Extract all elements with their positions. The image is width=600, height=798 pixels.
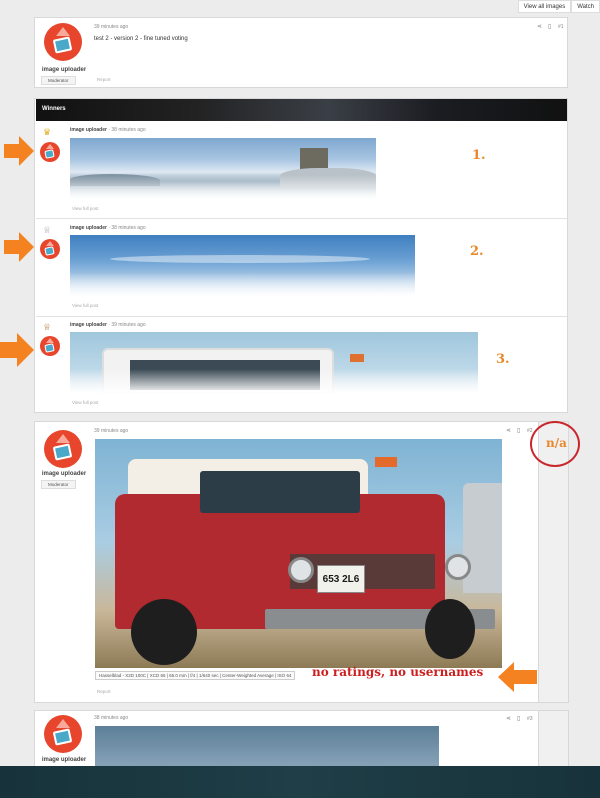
annotation-arrow-left	[498, 662, 538, 692]
exif-info: Hasselblad - X2D 100C | XCD 65 | 65.0 mm…	[95, 671, 296, 680]
divider	[36, 316, 567, 317]
post-author[interactable]: image uploader	[29, 471, 99, 477]
annotation-arrow	[4, 232, 34, 262]
winner-2-image[interactable]	[70, 235, 415, 297]
report-link[interactable]: Report	[97, 689, 111, 694]
silver-crown-icon: ♕	[43, 225, 52, 235]
watch-button[interactable]: Watch	[571, 0, 600, 13]
winner-1-image[interactable]	[70, 138, 376, 200]
winner-1-meta: image uploader · 38 minutes ago	[70, 127, 146, 133]
avatar[interactable]	[40, 142, 60, 162]
post-author[interactable]: image uploader	[29, 67, 99, 73]
winner-time[interactable]: 39 minutes ago	[111, 322, 145, 328]
post-text: test 2 - version 2 - fine tuned voting	[94, 36, 188, 42]
bookmark-icon[interactable]: ▯	[517, 427, 520, 434]
license-plate: 653 2L6	[317, 565, 365, 593]
role-badge: Moderator	[41, 76, 76, 85]
share-icon[interactable]: ⋖	[506, 427, 511, 434]
winner-time[interactable]: 38 minutes ago	[111, 127, 145, 133]
post-number[interactable]: #3	[527, 716, 533, 722]
post-3-side	[539, 710, 569, 770]
winners-header: Winners	[36, 99, 567, 121]
bronze-crown-icon: ♕	[43, 322, 52, 332]
post-time[interactable]: 39 minutes ago	[94, 428, 128, 434]
view-all-images-button[interactable]: View all images	[517, 0, 572, 13]
gold-crown-icon: ♛	[43, 127, 52, 137]
annotation-arrow	[4, 136, 34, 166]
winner-3-image[interactable]	[70, 332, 478, 394]
view-full-post-link[interactable]: View full post	[72, 303, 98, 308]
avatar[interactable]	[40, 336, 60, 356]
view-full-post-link[interactable]: View full post	[72, 400, 98, 405]
annotation-text: no ratings, no usernames	[312, 665, 484, 679]
rank-label: 1.	[472, 148, 486, 163]
winner-author[interactable]: image uploader	[70, 127, 107, 133]
view-full-post-link[interactable]: View full post	[72, 206, 98, 211]
report-link[interactable]: Report	[97, 77, 111, 82]
post-author[interactable]: image uploader	[29, 757, 99, 763]
share-icon[interactable]: ⋖	[537, 23, 542, 30]
footer-bar	[0, 766, 600, 798]
na-note: n/a	[546, 436, 567, 450]
post-number[interactable]: #1	[558, 24, 564, 30]
bookmark-icon[interactable]: ▯	[548, 23, 551, 30]
post-3: image uploader 38 minutes ago ⋖ ▯ #3	[34, 710, 539, 771]
bookmark-icon[interactable]: ▯	[517, 715, 520, 722]
share-icon[interactable]: ⋖	[506, 715, 511, 722]
avatar[interactable]	[44, 715, 82, 753]
post-time[interactable]: 38 minutes ago	[94, 715, 128, 721]
winner-2-meta: image uploader · 38 minutes ago	[70, 225, 146, 231]
annotation-arrow	[0, 333, 34, 367]
divider	[36, 218, 567, 219]
role-badge: Moderator	[41, 480, 76, 489]
rank-label: 3.	[496, 352, 510, 367]
post-1: image uploader Moderator 39 minutes ago …	[34, 17, 568, 88]
post-3-photo[interactable]	[95, 726, 439, 771]
avatar[interactable]	[40, 239, 60, 259]
winner-3-meta: image uploader · 39 minutes ago	[70, 322, 146, 328]
post-time[interactable]: 39 minutes ago	[94, 24, 128, 30]
rank-label: 2.	[470, 244, 484, 259]
avatar[interactable]	[44, 23, 82, 61]
topbar: View all images Watch	[517, 0, 600, 13]
winner-author[interactable]: image uploader	[70, 225, 107, 231]
winner-time[interactable]: 38 minutes ago	[111, 225, 145, 231]
post-2-photo[interactable]: 653 2L6	[95, 439, 502, 668]
winners-title: Winners	[42, 106, 66, 112]
avatar[interactable]	[44, 430, 82, 468]
winner-author[interactable]: image uploader	[70, 322, 107, 328]
